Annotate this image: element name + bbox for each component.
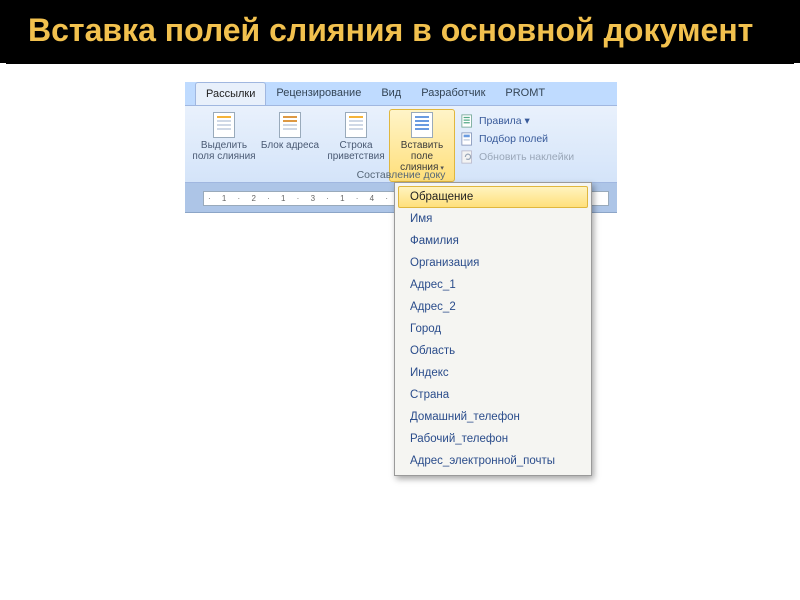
merge-field-item[interactable]: Адрес_электронной_почты: [398, 450, 588, 472]
merge-field-item[interactable]: Имя: [398, 208, 588, 230]
ribbon-button-label: Блок адреса: [261, 140, 319, 151]
ribbon: Выделить поля слияния Блок адреса Строка п…: [185, 106, 617, 183]
tab-PROMT[interactable]: PROMT: [495, 82, 555, 105]
merge-field-item[interactable]: Обращение: [398, 186, 588, 208]
merge-field-dropdown: ОбращениеИмяФамилияОрганизацияАдрес_1Адр…: [394, 182, 592, 476]
slide-header: Вставка полей слияния в основной докумен…: [0, 0, 800, 63]
ribbon-button-label: Выделить поля слияния: [192, 140, 256, 162]
page-icon: [279, 112, 301, 138]
merge-field-item[interactable]: Область: [398, 340, 588, 362]
merge-field-item[interactable]: Индекс: [398, 362, 588, 384]
merge-field-item[interactable]: Адрес_1: [398, 274, 588, 296]
update-labels-icon: [461, 150, 475, 164]
merge-field-item[interactable]: Фамилия: [398, 230, 588, 252]
merge-field-item[interactable]: Рабочий_телефон: [398, 428, 588, 450]
slide-title: Вставка полей слияния в основной докумен…: [28, 12, 772, 49]
tab-Рассылки[interactable]: Рассылки: [195, 82, 266, 105]
tab-Вид[interactable]: Вид: [371, 82, 411, 105]
merge-field-item[interactable]: Город: [398, 318, 588, 340]
side-cmd-label: Обновить наклейки: [479, 151, 574, 163]
merge-field-item[interactable]: Домашний_телефон: [398, 406, 588, 428]
ribbon-button-label: Строка приветствия: [324, 140, 388, 162]
page-icon: [411, 112, 433, 138]
tab-Рецензирование[interactable]: Рецензирование: [266, 82, 371, 105]
ribbon-button-3[interactable]: Вставить поле слияния ▾: [389, 109, 455, 182]
ribbon-side-cmd-0[interactable]: Правила ▾: [461, 114, 574, 128]
side-cmd-label: Правила ▾: [479, 115, 530, 127]
ribbon-tab-strip: РассылкиРецензированиеВидРазработчикPROM…: [185, 82, 617, 106]
ribbon-button-1[interactable]: Блок адреса: [257, 110, 323, 182]
rules-icon: [461, 114, 475, 128]
ribbon-button-0[interactable]: Выделить поля слияния: [191, 110, 257, 182]
tab-Разработчик[interactable]: Разработчик: [411, 82, 495, 105]
ribbon-side-cmd-1[interactable]: Подбор полей: [461, 132, 574, 146]
match-fields-icon: [461, 132, 475, 146]
merge-field-item[interactable]: Адрес_2: [398, 296, 588, 318]
merge-field-item[interactable]: Организация: [398, 252, 588, 274]
ribbon-button-label: Вставить поле слияния ▾: [391, 140, 453, 173]
page-icon: [213, 112, 235, 138]
ribbon-side-commands: Правила ▾ Подбор полей Обновить наклейки: [455, 110, 574, 182]
merge-field-item[interactable]: Страна: [398, 384, 588, 406]
page-icon: [345, 112, 367, 138]
content-area: РассылкиРецензированиеВидРазработчикPROM…: [0, 64, 800, 213]
ribbon-button-2[interactable]: Строка приветствия: [323, 110, 389, 182]
ribbon-side-cmd-2: Обновить наклейки: [461, 150, 574, 164]
side-cmd-label: Подбор полей: [479, 133, 548, 145]
word-ribbon-screenshot: РассылкиРецензированиеВидРазработчикPROM…: [185, 82, 617, 213]
